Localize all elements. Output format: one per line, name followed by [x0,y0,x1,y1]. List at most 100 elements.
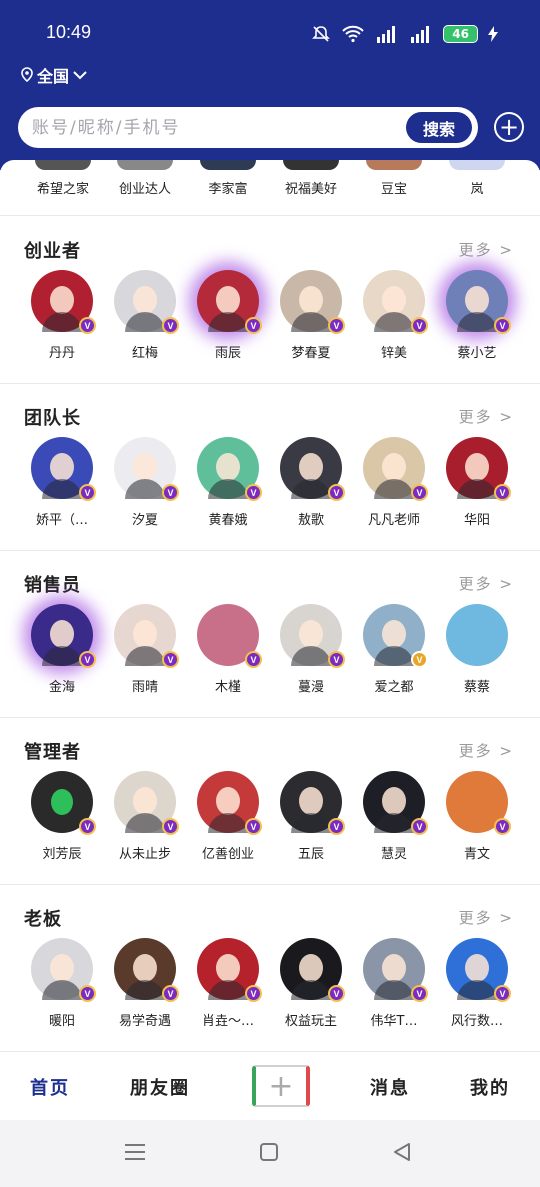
avatar: V [280,938,345,1002]
publish-plus-icon[interactable]: + [252,1065,310,1107]
member-item[interactable]: V 红梅 [105,270,185,361]
avatar: V [280,270,345,334]
vip-badge-icon: V [411,484,428,501]
member-name: 丹丹 [48,346,75,361]
member-item[interactable]: V 风行数… [437,938,517,1029]
avatar: V [114,771,179,835]
member-item[interactable]: V 暖阳 [22,938,102,1029]
search-input[interactable] [32,107,402,148]
partial-name: 豆宝 [380,182,407,197]
member-item[interactable]: V 刘芳辰 [22,771,102,862]
member-item[interactable]: V 黄春娥 [188,437,268,528]
member-item[interactable]: V 雨晴 [105,604,185,695]
tab-mine[interactable]: 我的 [470,1074,510,1100]
vip-badge-icon: V [411,985,428,1002]
member-name: 易学奇遇 [118,1014,171,1029]
more-link[interactable]: 更多 > [459,573,514,594]
partial-item[interactable]: 李家富 [187,160,269,197]
tab-messages[interactable]: 消息 [370,1074,410,1100]
member-item[interactable]: V 慧灵 [354,771,434,862]
tab-moments[interactable]: 朋友圈 [130,1074,190,1100]
avatar: V [31,771,96,835]
partial-item[interactable]: 豆宝 [353,160,435,197]
vip-badge-icon: V [245,317,262,334]
member-item[interactable]: V 汐夏 [105,437,185,528]
menu-icon[interactable] [124,1142,146,1162]
member-name: 慧灵 [380,847,407,862]
avatar: V [197,270,262,334]
more-link[interactable]: 更多 > [459,406,514,427]
member-item[interactable]: V 蔡小艺 [437,270,517,361]
tab-home[interactable]: 首页 [30,1074,70,1100]
member-item[interactable]: V 娇平（… [22,437,102,528]
partial-name: 岚 [470,182,484,197]
member-name: 权益玩主 [284,1014,337,1029]
section-title: 销售员 [24,575,81,596]
search-button[interactable]: 搜索 [406,112,472,143]
member-item[interactable]: V 华阳 [437,437,517,528]
more-link[interactable]: 更多 > [459,740,514,761]
partial-item[interactable]: 希望之家 [22,160,104,197]
avatar: V [363,938,428,1002]
vip-badge-icon: V [245,818,262,835]
partial-name: 创业达人 [118,182,171,197]
member-item[interactable]: V 爱之都 [354,604,434,695]
search-bar: 搜索 [18,107,478,148]
member-name: 凡凡老师 [367,513,420,528]
avatar: V [363,604,428,668]
home-square-icon[interactable] [259,1142,279,1162]
member-name: 敖歌 [297,513,324,528]
member-name: 暖阳 [48,1014,75,1029]
member-name: 木槿 [214,680,241,695]
member-item[interactable]: V 丹丹 [22,270,102,361]
member-item[interactable]: V 梦春夏 [271,270,351,361]
region-label: 全国 [37,67,70,86]
vip-badge-icon: V [79,651,96,668]
region-selector[interactable]: 全国 [20,63,88,87]
partial-item[interactable]: 创业达人 [104,160,186,197]
vip-badge-icon: V [79,818,96,835]
avatar: V [446,270,511,334]
avatar: V [114,437,179,501]
avatar: V [363,437,428,501]
member-item[interactable]: V 伟华T… [354,938,434,1029]
member-item[interactable]: V 蔓漫 [271,604,351,695]
avatar: V [31,604,96,668]
member-item[interactable]: V 锌美 [354,270,434,361]
more-link[interactable]: 更多 > [459,907,514,928]
more-link[interactable]: 更多 > [459,239,514,260]
member-name: 青文 [463,847,490,862]
member-item[interactable]: V 五辰 [271,771,351,862]
section-title: 管理者 [24,742,81,763]
member-name: 风行数… [450,1014,503,1029]
member-item[interactable]: V 雨辰 [188,270,268,361]
member-item[interactable]: V 青文 [437,771,517,862]
member-name: 华阳 [463,513,490,528]
member-item[interactable]: V 肖垚～… [188,938,268,1029]
avatar: V [114,938,179,1002]
signal-icon [377,26,396,43]
avatar: V [197,604,262,668]
partial-item[interactable]: 岚 [436,160,518,197]
avatar: V [31,938,96,1002]
partial-item[interactable]: 祝福美好 [270,160,352,197]
member-item[interactable]: V 易学奇遇 [105,938,185,1029]
partial-name: 李家富 [208,182,248,197]
add-circle-icon[interactable]: + [494,112,524,142]
avatar: V [446,771,511,835]
member-item[interactable]: V 金海 [22,604,102,695]
vip-badge-icon: V [328,484,345,501]
member-item[interactable]: V 凡凡老师 [354,437,434,528]
member-item[interactable]: V 木槿 [188,604,268,695]
member-item[interactable]: V 敖歌 [271,437,351,528]
back-triangle-icon[interactable] [392,1142,412,1162]
vip-badge-icon: V [328,317,345,334]
member-item[interactable]: V 从未止步 [105,771,185,862]
member-item[interactable]: 蔡蔡 [437,604,517,695]
vip-badge-icon: V [162,317,179,334]
vip-badge-icon: V [494,818,511,835]
member-item[interactable]: V 亿善创业 [188,771,268,862]
member-item[interactable]: V 权益玩主 [271,938,351,1029]
vip-badge-icon: V [162,484,179,501]
vip-badge-icon: V [162,818,179,835]
